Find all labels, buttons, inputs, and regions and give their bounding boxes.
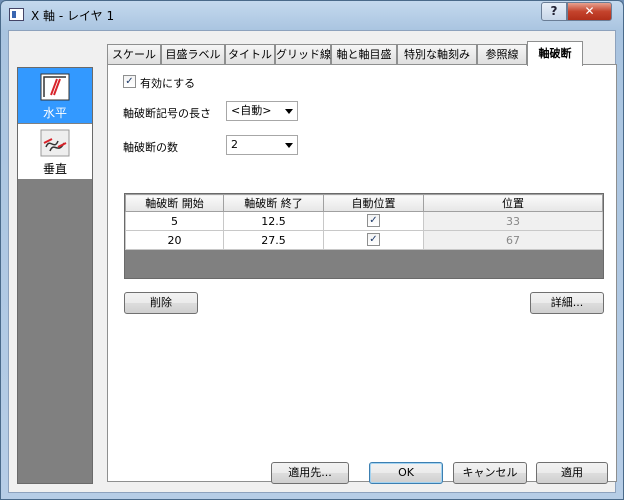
auto-position-checkbox[interactable]: ✓ xyxy=(367,213,380,227)
column-header-position[interactable]: 位置 xyxy=(423,194,603,212)
ok-button[interactable]: OK xyxy=(369,462,443,484)
cell-start[interactable]: 5 xyxy=(125,211,224,231)
tab-title[interactable]: タイトル xyxy=(225,44,275,65)
table-row: 20 27.5 ✓ 67 xyxy=(125,230,603,250)
left-item-label: 垂直 xyxy=(42,162,67,176)
apply-button[interactable]: 適用 xyxy=(536,462,608,484)
symbol-length-value: <自動> xyxy=(231,104,272,117)
column-header-auto[interactable]: 自動位置 xyxy=(323,194,424,212)
dialog-client-area: 水平 垂直 スケール 目盛ラベル タイトル グリッド線 軸と軸目盛 特別な軸刻み… xyxy=(8,30,617,493)
tab-special-ticks[interactable]: 特別な軸刻み xyxy=(397,44,477,65)
window-title: X 軸 - レイヤ 1 xyxy=(31,9,115,23)
title-bar[interactable]: X 軸 - レイヤ 1 ? ✕ xyxy=(1,1,623,29)
chevron-down-icon xyxy=(285,109,293,114)
symbol-length-dropdown[interactable]: <自動> xyxy=(226,101,298,121)
break-count-value: 2 xyxy=(231,138,238,151)
table-header-row: 軸破断 開始 軸破断 終了 自動位置 位置 xyxy=(125,194,603,212)
break-table: 軸破断 開始 軸破断 終了 自動位置 位置 5 12.5 ✓ 33 20 27.… xyxy=(124,193,604,279)
break-count-label: 軸破断の数 xyxy=(123,141,178,154)
details-button[interactable]: 詳細... xyxy=(530,292,604,314)
tab-scale[interactable]: スケール xyxy=(107,44,161,65)
help-button[interactable]: ? xyxy=(541,2,567,21)
left-item-horizontal[interactable]: 水平 xyxy=(18,68,92,123)
dialog-window: X 軸 - レイヤ 1 ? ✕ 水平 垂直 スケール 目盛ラベル タイトル グリ… xyxy=(0,0,624,500)
axis-break-tab-panel: ✓ 有効にする 軸破断記号の長さ <自動> 軸破断の数 2 軸破断 開始 軸破断… xyxy=(107,64,617,482)
tab-axis-and-ticks[interactable]: 軸と軸目盛 xyxy=(331,44,397,65)
cancel-button[interactable]: キャンセル xyxy=(453,462,527,484)
chevron-down-icon xyxy=(285,143,293,148)
vertical-break-icon xyxy=(40,129,70,157)
symbol-length-label: 軸破断記号の長さ xyxy=(123,107,211,120)
window-icon xyxy=(9,8,24,21)
auto-position-checkbox[interactable]: ✓ xyxy=(367,232,380,246)
delete-button[interactable]: 削除 xyxy=(124,292,198,314)
horizontal-break-icon xyxy=(40,73,70,101)
cell-position: 33 xyxy=(423,211,603,231)
tab-axis-break[interactable]: 軸破断 xyxy=(527,41,583,66)
left-item-vertical[interactable]: 垂直 xyxy=(18,124,92,179)
enable-checkbox[interactable]: ✓ xyxy=(123,75,136,88)
cell-auto[interactable]: ✓ xyxy=(323,211,424,231)
cell-position: 67 xyxy=(423,230,603,250)
tab-grid-lines[interactable]: グリッド線 xyxy=(275,44,331,65)
cell-end[interactable]: 12.5 xyxy=(223,211,324,231)
close-button[interactable]: ✕ xyxy=(567,2,612,21)
column-header-start[interactable]: 軸破断 開始 xyxy=(125,194,224,212)
tab-reference-lines[interactable]: 参照線 xyxy=(477,44,527,65)
table-row: 5 12.5 ✓ 33 xyxy=(125,211,603,231)
cell-start[interactable]: 20 xyxy=(125,230,224,250)
column-header-end[interactable]: 軸破断 終了 xyxy=(223,194,324,212)
enable-label: 有効にする xyxy=(140,77,196,90)
cell-auto[interactable]: ✓ xyxy=(323,230,424,250)
axis-direction-panel: 水平 垂直 xyxy=(17,67,93,484)
apply-to-button[interactable]: 適用先... xyxy=(271,462,349,484)
tab-tick-labels[interactable]: 目盛ラベル xyxy=(161,44,225,65)
break-count-dropdown[interactable]: 2 xyxy=(226,135,298,155)
cell-end[interactable]: 27.5 xyxy=(223,230,324,250)
left-item-label: 水平 xyxy=(42,106,67,120)
